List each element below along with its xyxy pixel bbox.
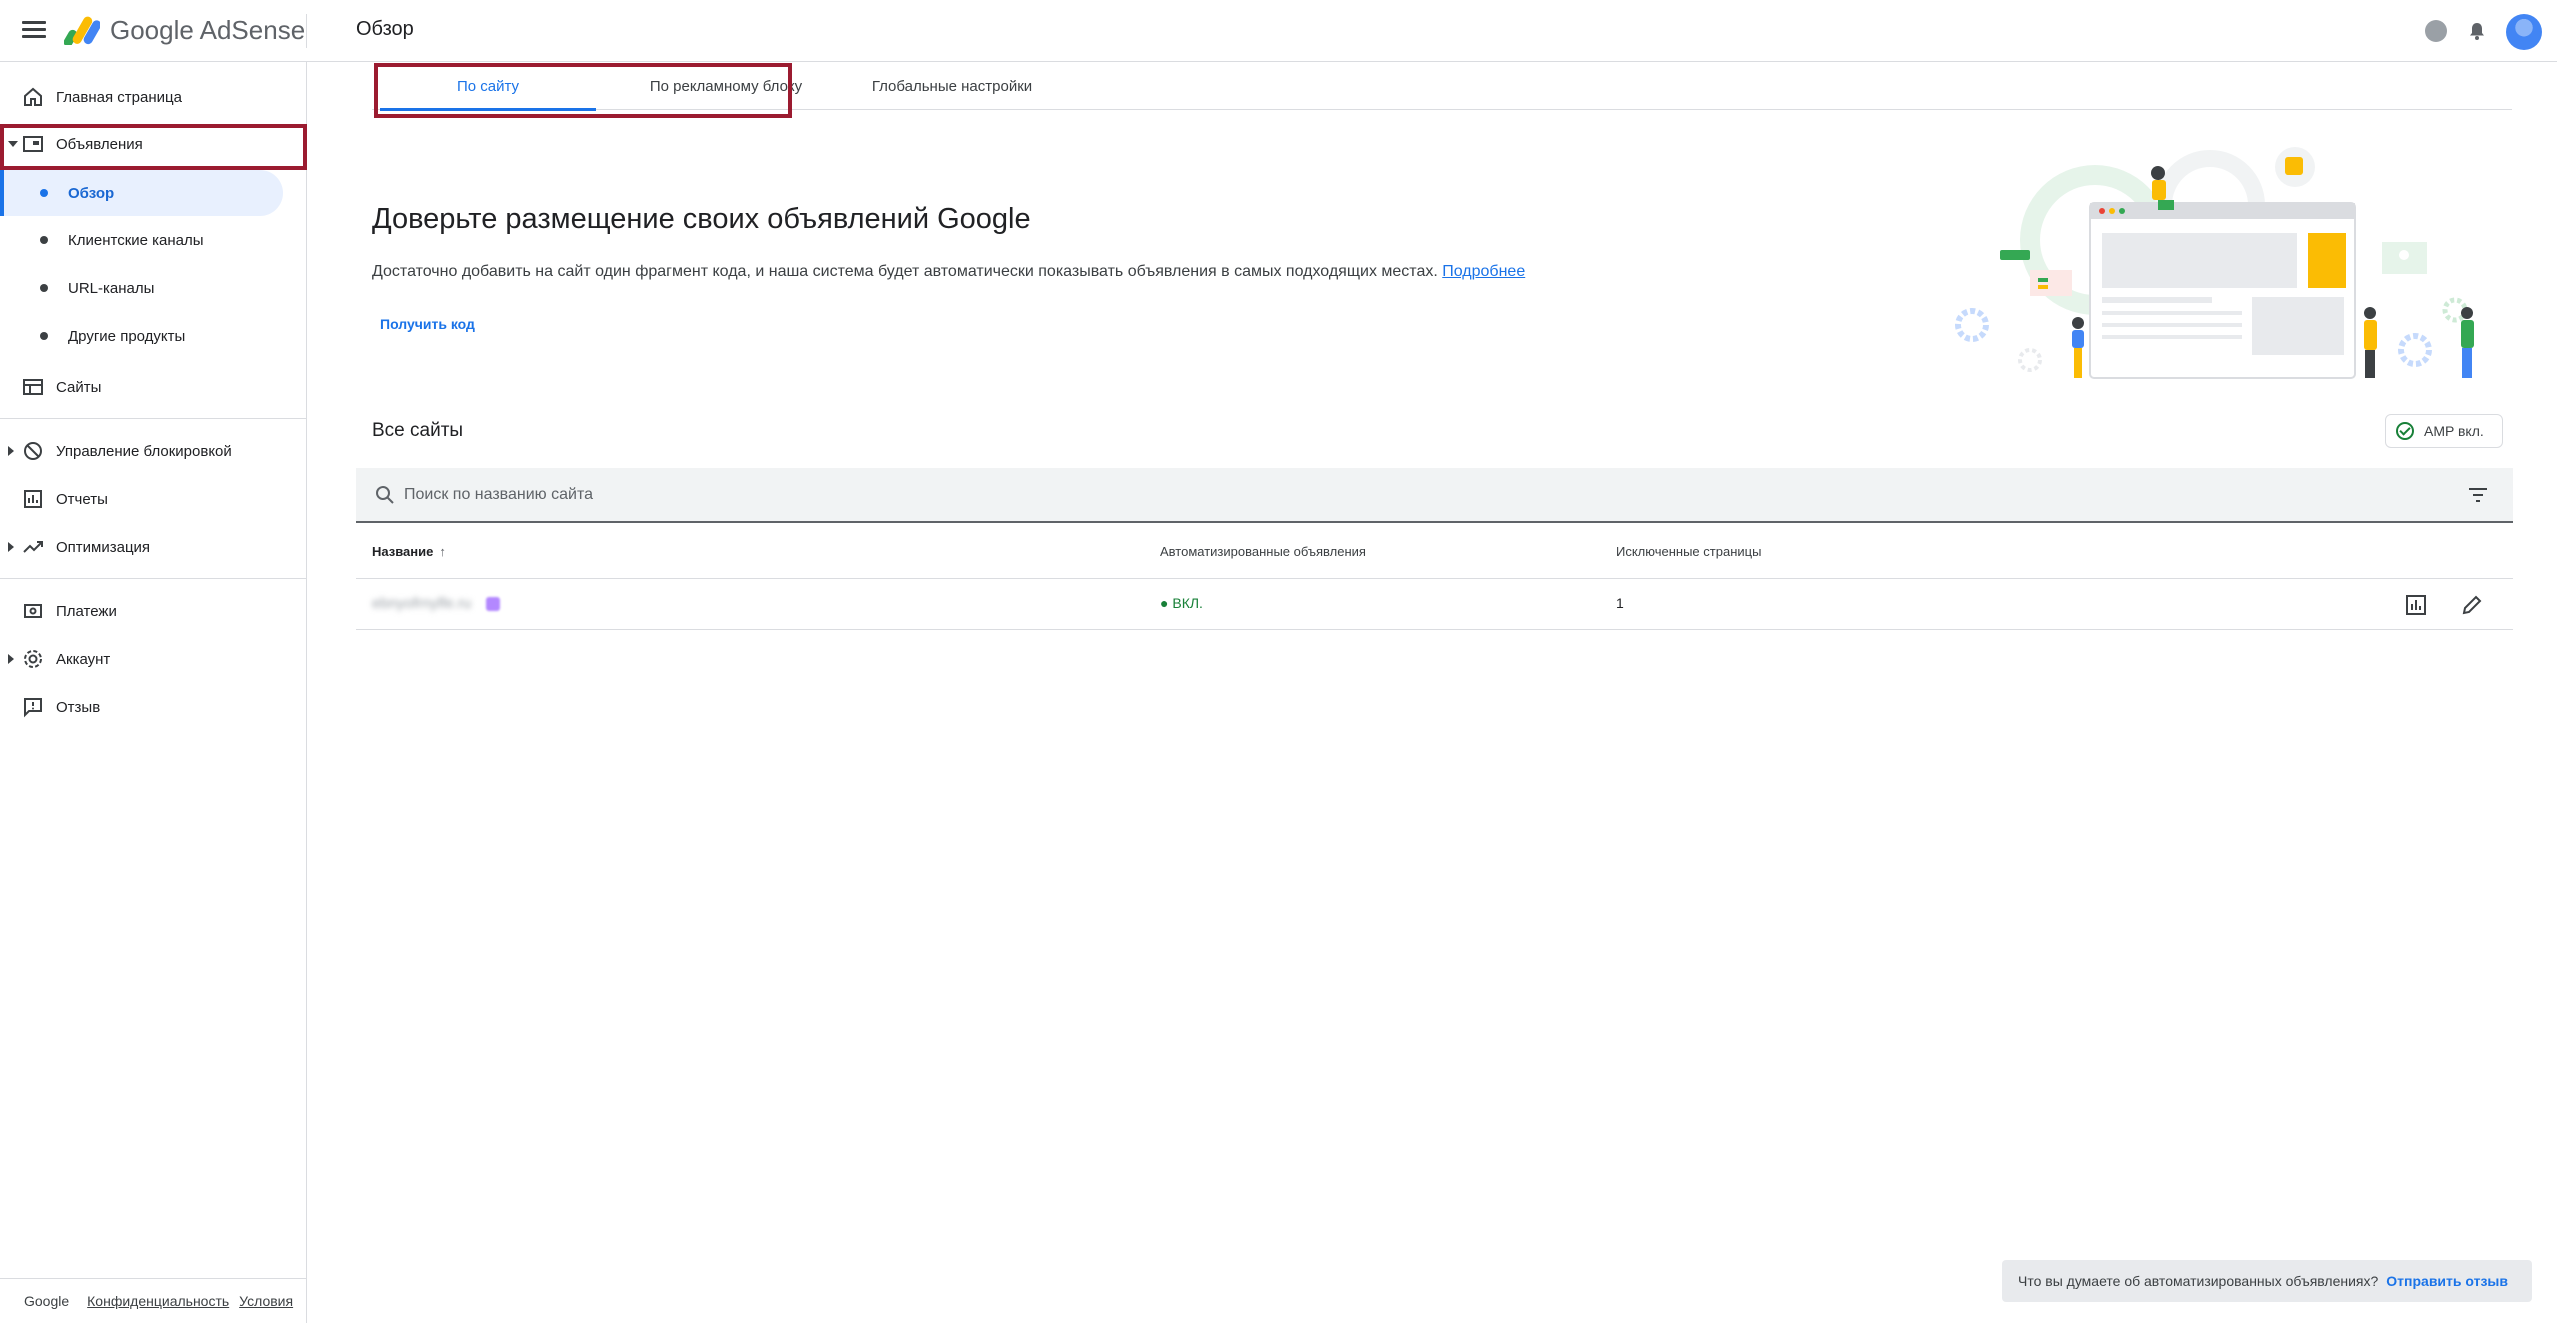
sidebar-item-optimization[interactable]: Оптимизация	[0, 524, 307, 570]
sidebar-item-feedback[interactable]: Отзыв	[0, 684, 307, 730]
privacy-link[interactable]: Конфиденциальность	[87, 1293, 229, 1309]
site-name[interactable]: ebnyofrnylfe.ru	[372, 595, 471, 612]
menu-icon[interactable]	[22, 18, 46, 42]
trending-up-icon	[23, 541, 43, 553]
bullet-icon	[40, 332, 48, 340]
help-icon[interactable]	[2425, 20, 2447, 42]
avatar[interactable]	[2506, 14, 2542, 50]
payments-icon	[24, 604, 42, 618]
arrow-up-icon: ↑	[439, 544, 446, 559]
check-circle-icon	[2396, 422, 2414, 440]
sidebar-item-payments[interactable]: Платежи	[0, 588, 307, 634]
sidebar-item-reports[interactable]: Отчеты	[0, 476, 307, 522]
hero-title: Доверьте размещение своих объявлений Goo…	[372, 203, 1031, 235]
adsense-logo	[64, 16, 100, 45]
block-icon	[24, 442, 42, 460]
auto-ads-status: ● ВКЛ.	[1160, 595, 1203, 611]
sites-table-header: Название ↑ Автоматизированные объявления …	[356, 524, 2513, 579]
tab-by-ad-unit[interactable]: По рекламному блоку	[616, 62, 836, 110]
amp-chip[interactable]: AMP вкл.	[2385, 414, 2503, 448]
home-icon	[24, 87, 42, 106]
page-title: Обзор	[356, 18, 414, 40]
bullet-icon	[40, 284, 48, 292]
footer-google: Google	[24, 1293, 70, 1309]
sidebar-item-ads[interactable]: Объявления	[0, 121, 307, 167]
column-header-label: Название	[372, 544, 434, 559]
sidebar-sub-overview[interactable]: Обзор	[0, 170, 283, 216]
terms-link[interactable]: Условия	[239, 1293, 293, 1309]
sidebar-item-label: Обзор	[68, 184, 115, 202]
sidebar-item-home[interactable]: Главная страница	[0, 74, 307, 120]
sidebar-footer: Google Конфиденциальность Условия	[0, 1278, 307, 1323]
column-header-auto-ads: Автоматизированные объявления	[1160, 544, 1366, 559]
sidebar-item-sites[interactable]: Сайты	[0, 364, 307, 410]
bar-chart-icon[interactable]	[2403, 592, 2429, 618]
auto-ads-illustration	[1955, 147, 2474, 379]
gear-icon	[24, 650, 42, 668]
sidebar-divider	[0, 578, 307, 579]
learn-more-link[interactable]: Подробнее	[1442, 263, 1525, 280]
sidebar-item-label: Аккаунт	[56, 650, 111, 668]
tab-bar: По сайту По рекламному блоку Глобальные …	[372, 62, 2512, 111]
hero-description-text: Достаточно добавить на сайт один фрагмен…	[372, 263, 1438, 280]
sidebar-item-label: Клиентские каналы	[68, 231, 204, 249]
sidebar-divider	[0, 418, 307, 419]
sidebar-item-label: Платежи	[56, 602, 117, 620]
column-header-excluded-pages: Исключенные страницы	[1616, 544, 1762, 559]
chevron-right-icon	[8, 446, 14, 456]
sidebar-sub-url-channels[interactable]: URL-каналы	[0, 265, 283, 311]
sidebar-sub-custom-channels[interactable]: Клиентские каналы	[0, 217, 283, 263]
sidebar-item-label: Управление блокировкой	[56, 442, 232, 460]
column-header-name[interactable]: Название ↑	[372, 544, 446, 559]
excluded-pages-count: 1	[1616, 595, 1624, 611]
feedback-question: Что вы думаете об автоматизированных объ…	[2018, 1273, 2379, 1289]
sidebar-item-label: Отзыв	[56, 698, 101, 716]
chevron-down-icon	[8, 141, 18, 147]
top-app-bar: Google AdSense Обзор	[0, 0, 2557, 62]
sidebar-item-label: URL-каналы	[68, 279, 155, 297]
tab-by-site[interactable]: По сайту	[380, 62, 596, 111]
bullet-icon	[40, 189, 48, 197]
all-sites-title: Все сайты	[372, 420, 464, 441]
top-divider	[306, 14, 307, 48]
bell-icon[interactable]	[2466, 20, 2488, 42]
sidebar-item-label: Оптимизация	[56, 538, 151, 556]
hero-description: Достаточно добавить на сайт один фрагмен…	[372, 263, 1525, 281]
sidebar-item-label: Сайты	[56, 378, 102, 396]
reports-icon	[24, 490, 42, 508]
sidebar: Главная страница Объявления Обзор Клиент…	[0, 62, 307, 1323]
site-badge-icon	[486, 597, 500, 611]
auto-ads-status-label: ВКЛ.	[1172, 595, 1203, 611]
ads-icon	[23, 136, 43, 152]
site-search-bar	[356, 468, 2513, 523]
pencil-icon[interactable]	[2459, 592, 2485, 618]
bullet-icon	[40, 236, 48, 244]
sidebar-item-account[interactable]: Аккаунт	[0, 636, 307, 682]
sites-icon	[23, 379, 43, 395]
amp-chip-label: AMP вкл.	[2424, 423, 2484, 439]
sidebar-item-label: Главная страница	[56, 88, 182, 106]
table-row[interactable]: ebnyofrnylfe.ru ● ВКЛ. 1	[356, 580, 2513, 630]
sidebar-item-label: Объявления	[56, 135, 143, 153]
sidebar-item-label: Отчеты	[56, 490, 108, 508]
feedback-icon	[24, 698, 42, 718]
search-input[interactable]	[404, 468, 2304, 521]
filter-icon[interactable]	[2466, 484, 2490, 506]
sidebar-item-label: Другие продукты	[68, 327, 186, 345]
search-icon	[376, 486, 394, 504]
tab-global-settings[interactable]: Глобальные настройки	[832, 62, 1072, 110]
chevron-right-icon	[8, 542, 14, 552]
get-code-button[interactable]: Получить код	[380, 316, 475, 332]
chevron-right-icon	[8, 654, 14, 664]
feedback-snackbar: Что вы думаете об автоматизированных объ…	[2002, 1260, 2532, 1302]
send-feedback-button[interactable]: Отправить отзыв	[2386, 1273, 2508, 1289]
sidebar-sub-other-products[interactable]: Другие продукты	[0, 313, 283, 359]
app-logo-text: Google AdSense	[110, 15, 306, 45]
sidebar-item-blocking[interactable]: Управление блокировкой	[0, 428, 307, 474]
